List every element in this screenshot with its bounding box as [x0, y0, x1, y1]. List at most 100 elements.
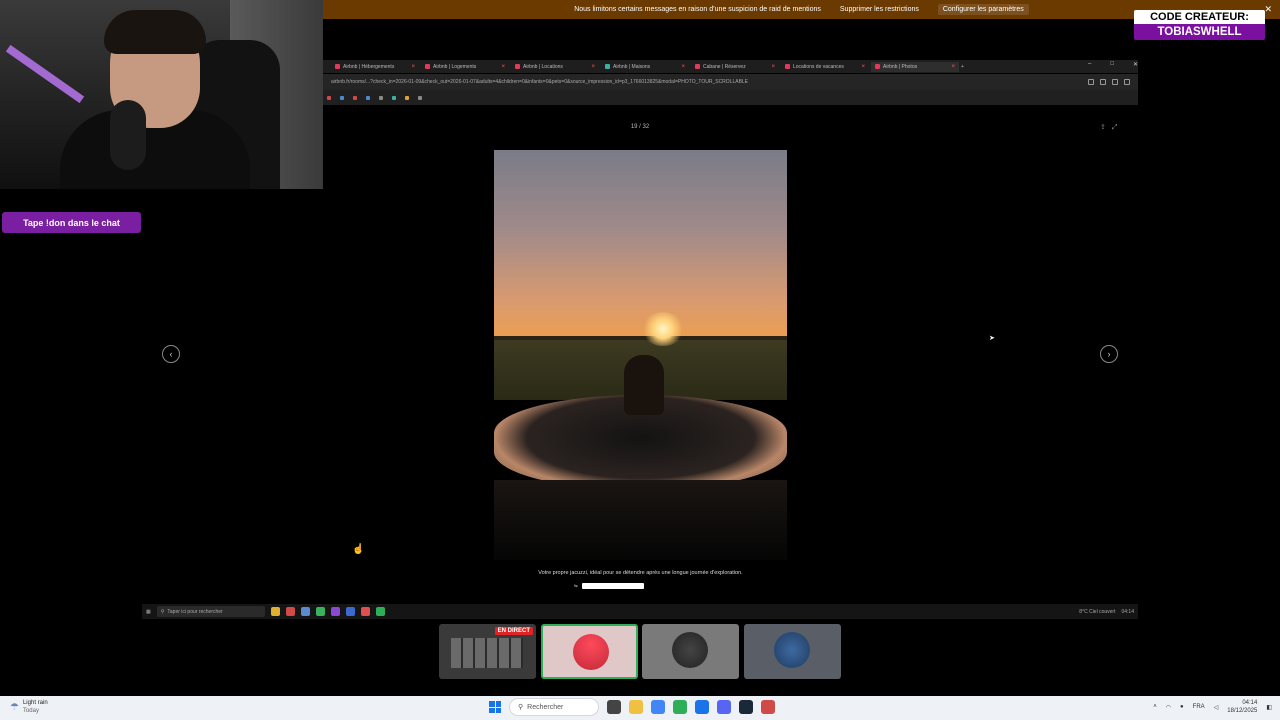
- close-tab-icon[interactable]: ×: [771, 64, 775, 70]
- notification-icon[interactable]: ◧: [1266, 704, 1272, 711]
- close-tab-icon[interactable]: ×: [591, 64, 595, 70]
- participant-tile-screen[interactable]: EN DIRECT: [439, 624, 536, 679]
- menu-icon[interactable]: [1124, 79, 1130, 85]
- profile-icon[interactable]: [1112, 79, 1118, 85]
- avatar: [573, 634, 609, 670]
- airbnb-icon: [605, 64, 610, 69]
- close-tab-icon[interactable]: ×: [951, 64, 955, 70]
- live-badge: EN DIRECT: [494, 627, 533, 635]
- microphone: [110, 100, 146, 170]
- store-icon[interactable]: [695, 700, 709, 714]
- windows-start-icon[interactable]: [489, 701, 501, 713]
- bookmark-item[interactable]: [379, 95, 383, 100]
- chevron-left-icon: ‹: [169, 349, 173, 359]
- avatar: [672, 632, 708, 668]
- close-tab-icon[interactable]: ×: [411, 64, 415, 70]
- bookmark-item[interactable]: [418, 95, 422, 100]
- sun: [641, 312, 685, 346]
- participant-tile[interactable]: [744, 624, 841, 679]
- bookmark-star-icon[interactable]: [1088, 79, 1094, 85]
- browser-tab[interactable]: Airbnb | Hébergements ×: [331, 62, 419, 72]
- gallery-photo: [494, 150, 787, 560]
- close-tab-icon[interactable]: ×: [681, 64, 685, 70]
- spotify-icon[interactable]: [673, 700, 687, 714]
- bookmark-item[interactable]: [340, 95, 344, 100]
- app-icon[interactable]: [330, 607, 340, 616]
- url-field[interactable]: airbnb.fr/rooms/...?check_in=2026-01-09&…: [331, 79, 1082, 85]
- airbnb-icon: [695, 64, 700, 69]
- search-icon: ⚲: [160, 608, 165, 615]
- bookmark-item[interactable]: [366, 95, 370, 100]
- lang-indicator[interactable]: FRA: [1193, 704, 1205, 710]
- app-icon[interactable]: [345, 607, 355, 616]
- clock[interactable]: 04:14 18/12/2025: [1227, 699, 1257, 715]
- close-tab-icon[interactable]: ×: [501, 64, 505, 70]
- search-icon: ⚲: [518, 704, 524, 711]
- weather-widget: 8°C Ciel couvert: [1079, 608, 1116, 615]
- app-icon[interactable]: [761, 700, 775, 714]
- wifi-icon[interactable]: ◠: [1166, 704, 1171, 711]
- participant-tile[interactable]: [642, 624, 739, 679]
- pointer-cursor-icon: ➤: [989, 335, 995, 342]
- close-icon[interactable]: ✕: [1264, 4, 1272, 15]
- app-icon[interactable]: [360, 607, 370, 616]
- browser-tab[interactable]: Airbnb | Logements ×: [421, 62, 509, 72]
- browser-tab[interactable]: Locations de vacances ×: [781, 62, 869, 72]
- share-icon[interactable]: ⇪: [1100, 124, 1112, 131]
- weather-widget[interactable]: ☂ Light rain Today: [10, 699, 48, 715]
- taskbar-apps: ⚲ Rechercher: [489, 698, 775, 716]
- next-photo-button[interactable]: ›: [1100, 345, 1118, 363]
- expand-icon[interactable]: ⤢: [1112, 124, 1124, 131]
- browser-tab-active[interactable]: Airbnb | Photos ×: [871, 61, 959, 72]
- file-explorer-icon[interactable]: [629, 700, 643, 714]
- chevron-right-icon: ›: [1107, 349, 1111, 359]
- chrome-icon[interactable]: [651, 700, 665, 714]
- person-silhouette: [624, 355, 664, 415]
- mic-icon[interactable]: ●: [1180, 704, 1184, 710]
- close-window-icon[interactable]: ✕: [1133, 61, 1138, 71]
- creator-code-title: CODE CREATEUR:: [1134, 10, 1265, 24]
- app-icon[interactable]: [270, 607, 280, 616]
- gallery-actions: ⇪⤢: [1100, 123, 1123, 132]
- taskbar-search[interactable]: ⚲ Taper ici pour rechercher: [156, 606, 265, 617]
- photo-caption: Votre propre jacuzzi, idéal pour se déte…: [538, 570, 743, 576]
- maximize-icon[interactable]: □: [1110, 61, 1114, 71]
- app-icon[interactable]: [315, 607, 325, 616]
- minimize-icon[interactable]: –: [1088, 61, 1091, 71]
- discord-icon[interactable]: [717, 700, 731, 714]
- windows-taskbar: ☂ Light rain Today ⚲ Rechercher ˄ ◠ ● FR…: [0, 696, 1280, 720]
- translate-icon: ⇆: [574, 583, 578, 588]
- app-icon[interactable]: [300, 607, 310, 616]
- redacted-bar: [581, 583, 644, 589]
- browser-tab[interactable]: Airbnb | Maisons ×: [601, 62, 689, 72]
- configure-settings-button[interactable]: Configurer les paramètres: [937, 4, 1029, 15]
- bookmark-item[interactable]: [353, 95, 357, 100]
- volume-icon[interactable]: ◁: [1214, 704, 1219, 711]
- shared-screen-taskbar: ▦ ⚲ Taper ici pour rechercher 8°C Ciel c…: [142, 604, 1138, 619]
- browser-tab-strip: Airbnb | Hébergements × Airbnb | Logement…: [323, 60, 1138, 73]
- windows-start-icon[interactable]: ▦: [146, 609, 151, 615]
- taskbar-search[interactable]: ⚲ Rechercher: [509, 698, 599, 716]
- bookmark-item[interactable]: [405, 95, 409, 100]
- bookmark-item[interactable]: [392, 95, 396, 100]
- extensions-icon[interactable]: [1100, 79, 1106, 85]
- remove-restrictions-button[interactable]: Supprimer les restrictions: [835, 4, 924, 15]
- steam-icon[interactable]: [739, 700, 753, 714]
- creator-code-badge: CODE CREATEUR: TOBIASWHELL: [1134, 10, 1265, 44]
- airbnb-icon: [425, 64, 430, 69]
- airbnb-icon: [515, 64, 520, 69]
- banner-message: Nous limitons certains messages en raiso…: [574, 6, 821, 13]
- participant-tile-active[interactable]: [541, 624, 638, 679]
- airbnb-icon: [335, 64, 340, 69]
- new-tab-icon[interactable]: +: [961, 64, 964, 70]
- bookmark-item[interactable]: [327, 95, 331, 100]
- avatar: [774, 632, 810, 668]
- chevron-up-icon[interactable]: ˄: [1153, 704, 1157, 710]
- previous-photo-button[interactable]: ‹: [162, 345, 180, 363]
- task-view-icon[interactable]: [607, 700, 621, 714]
- app-icon[interactable]: [285, 607, 295, 616]
- spotify-icon[interactable]: [375, 607, 385, 616]
- browser-tab[interactable]: Cabane | Réservez ×: [691, 62, 779, 72]
- browser-tab[interactable]: Airbnb | Locations ×: [511, 62, 599, 72]
- close-tab-icon[interactable]: ×: [861, 64, 865, 70]
